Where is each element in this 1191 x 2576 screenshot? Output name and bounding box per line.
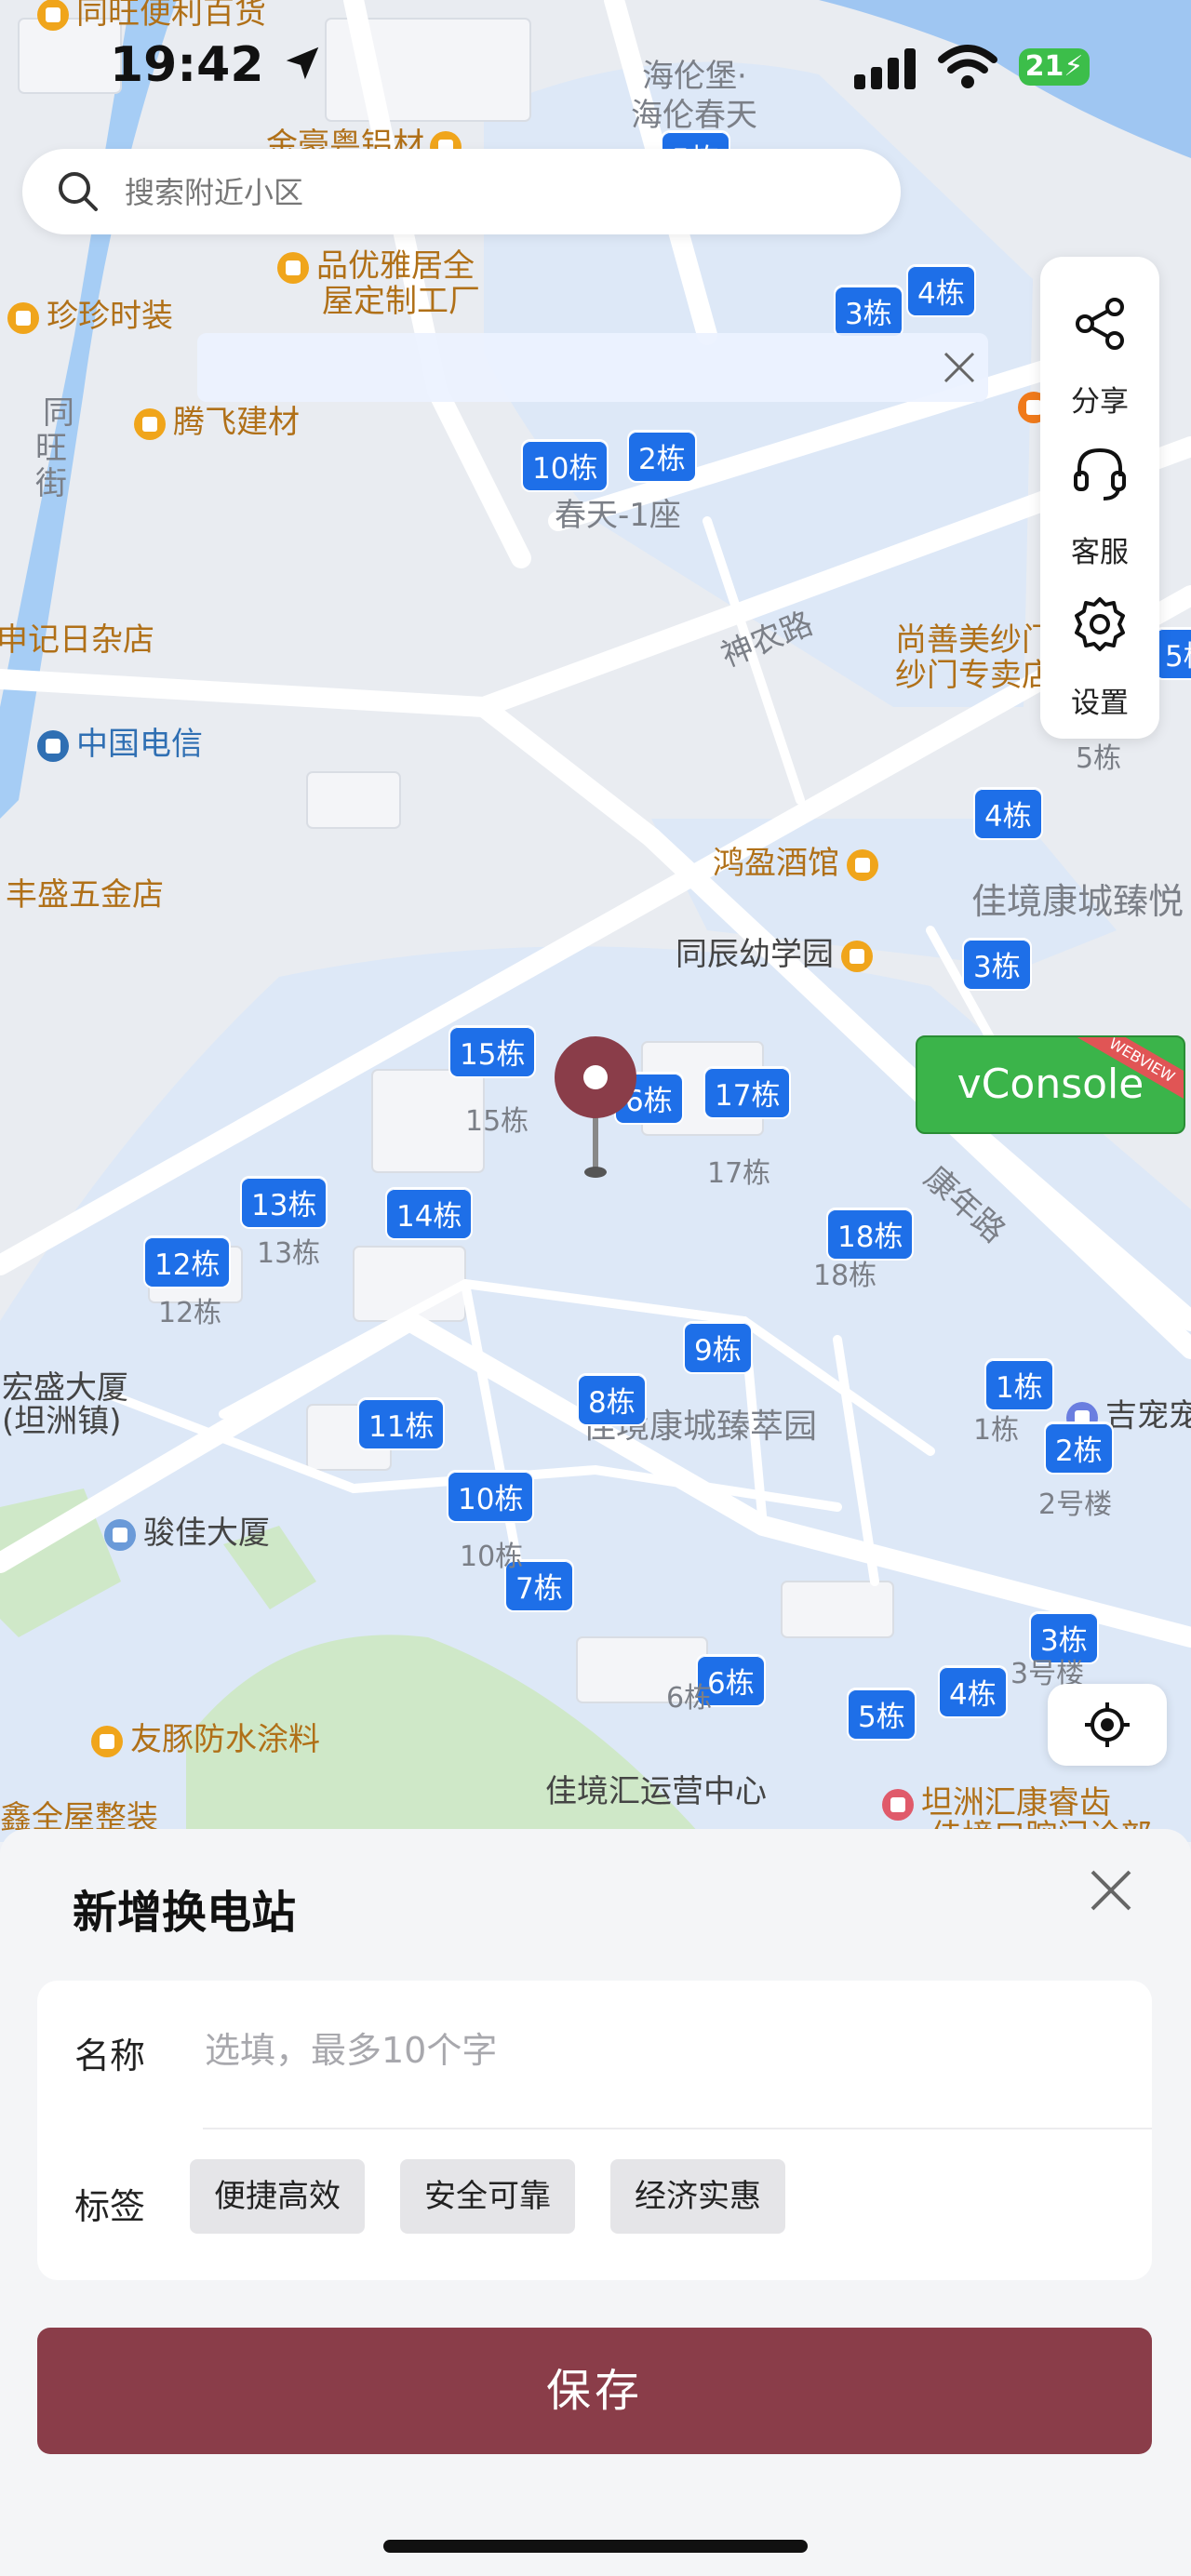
poi-label[interactable]: 珍珍时装 — [7, 290, 173, 336]
building-marker[interactable]: 2栋 — [627, 430, 697, 483]
search-input[interactable] — [123, 167, 852, 218]
poi-label[interactable]: 骏佳大厦 — [104, 1507, 270, 1553]
save-button[interactable]: 保存 — [37, 2328, 1152, 2454]
tags-label: 标签 — [74, 2186, 146, 2227]
building-marker[interactable]: 4栋 — [906, 264, 976, 317]
building-label: 6栋 — [666, 1682, 713, 1715]
tag-option[interactable]: 安全可靠 — [400, 2159, 575, 2234]
building-marker[interactable]: 11栋 — [357, 1397, 446, 1450]
tag-option[interactable]: 便捷高效 — [190, 2159, 365, 2234]
poi-label[interactable]: 中国电信 — [37, 718, 203, 764]
poi-label: 春天-1座 — [555, 497, 681, 534]
poi-label[interactable]: 鸿盈酒馆 — [713, 837, 886, 883]
share-icon — [1076, 298, 1124, 350]
shop-icon — [134, 407, 166, 440]
bar-icon — [847, 848, 878, 881]
shop-icon — [91, 1725, 123, 1757]
building-marker[interactable]: 17栋 — [703, 1066, 792, 1119]
building-marker[interactable]: 10栋 — [521, 439, 609, 492]
building-marker[interactable]: 5栋 — [1154, 627, 1191, 680]
poi-label[interactable]: 丰盛五金店 — [6, 869, 164, 914]
map-view[interactable]: 同旺便利百货 海伦堡· 海伦春天 金豪粤铝材 品优雅居全 屋定制工厂 珍珍时装 … — [0, 0, 1191, 1842]
building-marker[interactable]: 3栋 — [834, 285, 903, 338]
status-bar: 19:42 21⚡ — [0, 37, 1191, 102]
building-label: 12栋 — [158, 1297, 222, 1329]
add-station-sheet: 新增换电站 名称 标签 便捷高效 安全可靠 经济实惠 保存 — [0, 1829, 1191, 2576]
poi-label[interactable]: 同旺便利百货 — [37, 0, 266, 33]
poi-label: 佳境康城臻悦 — [971, 881, 1184, 922]
building-marker[interactable]: 4栋 — [973, 787, 1043, 840]
locate-button[interactable] — [1048, 1684, 1167, 1766]
poi-label[interactable]: (坦洲镇) — [2, 1395, 122, 1441]
shop-icon — [277, 251, 309, 284]
poi-label[interactable]: 腾飞建材 — [134, 396, 300, 442]
building-label: 1栋 — [973, 1414, 1020, 1447]
shop-icon — [7, 301, 39, 334]
search-icon — [59, 172, 98, 211]
telecom-icon — [37, 729, 69, 762]
cellular-signal-icon — [854, 48, 916, 89]
building-marker[interactable]: 15栋 — [448, 1025, 537, 1078]
wifi-icon — [938, 45, 997, 88]
poi-label[interactable]: 友豚防水涂料 — [91, 1714, 320, 1759]
building-label: 5栋 — [1076, 742, 1122, 775]
name-input[interactable] — [203, 2022, 1100, 2079]
customer-service-button[interactable]: 客服 — [1040, 434, 1159, 573]
side-menu: 分享 客服 设置 — [1040, 257, 1159, 739]
divider — [203, 2128, 1152, 2129]
clinic-icon — [882, 1788, 914, 1821]
location-arrow-icon — [286, 47, 318, 80]
poi-label[interactable]: 申记日杂店 — [0, 614, 154, 660]
vconsole-button[interactable]: vConsole WEBVIEW — [916, 1035, 1185, 1134]
building-marker[interactable]: 9栋 — [683, 1321, 753, 1374]
building-marker[interactable]: 5栋 — [847, 1688, 917, 1741]
building-marker[interactable]: 14栋 — [385, 1187, 474, 1240]
home-indicator — [383, 2540, 808, 2553]
poi-label: 街 — [35, 465, 67, 502]
poi-label[interactable]: 佳境汇运营中心 — [545, 1766, 767, 1811]
gear-icon — [1075, 597, 1125, 651]
school-icon — [841, 940, 873, 972]
notice-banner — [197, 333, 988, 402]
building-label: 18栋 — [813, 1260, 877, 1292]
building-label: 15栋 — [465, 1105, 529, 1138]
settings-button[interactable]: 设置 — [1040, 584, 1159, 724]
crosshair-icon — [1085, 1702, 1130, 1747]
sheet-title: 新增换电站 — [73, 1887, 297, 1939]
search-bar[interactable] — [22, 149, 901, 234]
headset-icon — [1074, 447, 1126, 501]
building-marker[interactable]: 2栋 — [1044, 1421, 1114, 1475]
building-marker[interactable]: 12栋 — [143, 1235, 232, 1288]
building-marker[interactable]: 4栋 — [938, 1665, 1008, 1718]
building-marker[interactable]: 1栋 — [984, 1358, 1054, 1411]
close-icon[interactable] — [942, 350, 977, 385]
location-pin-icon[interactable] — [553, 1034, 638, 1183]
office-icon — [104, 1518, 136, 1551]
building-label: 13栋 — [257, 1237, 321, 1270]
poi-label[interactable]: 屋定制工厂 — [322, 275, 480, 321]
building-label: 17栋 — [707, 1157, 771, 1190]
poi-label[interactable]: 同辰幼学园 — [676, 928, 880, 974]
building-marker[interactable]: 13栋 — [240, 1176, 328, 1229]
building-marker[interactable]: 8栋 — [577, 1373, 647, 1426]
building-label: 2号楼 — [1038, 1488, 1113, 1521]
building-label: 10栋 — [460, 1541, 524, 1573]
shop-icon — [37, 0, 69, 31]
battery-indicator: 21⚡ — [1019, 48, 1090, 86]
tag-option[interactable]: 经济实惠 — [610, 2159, 785, 2234]
share-button[interactable]: 分享 — [1040, 283, 1159, 422]
poi-label[interactable]: 纱门专卖店 — [895, 649, 1053, 695]
form-card: 名称 标签 便捷高效 安全可靠 经济实惠 — [37, 1981, 1152, 2280]
status-time: 19:42 — [110, 37, 324, 93]
close-icon[interactable] — [1083, 1862, 1139, 1918]
name-label: 名称 — [74, 2035, 146, 2076]
building-marker[interactable]: 3栋 — [962, 938, 1032, 991]
building-marker[interactable]: 10栋 — [447, 1470, 535, 1523]
